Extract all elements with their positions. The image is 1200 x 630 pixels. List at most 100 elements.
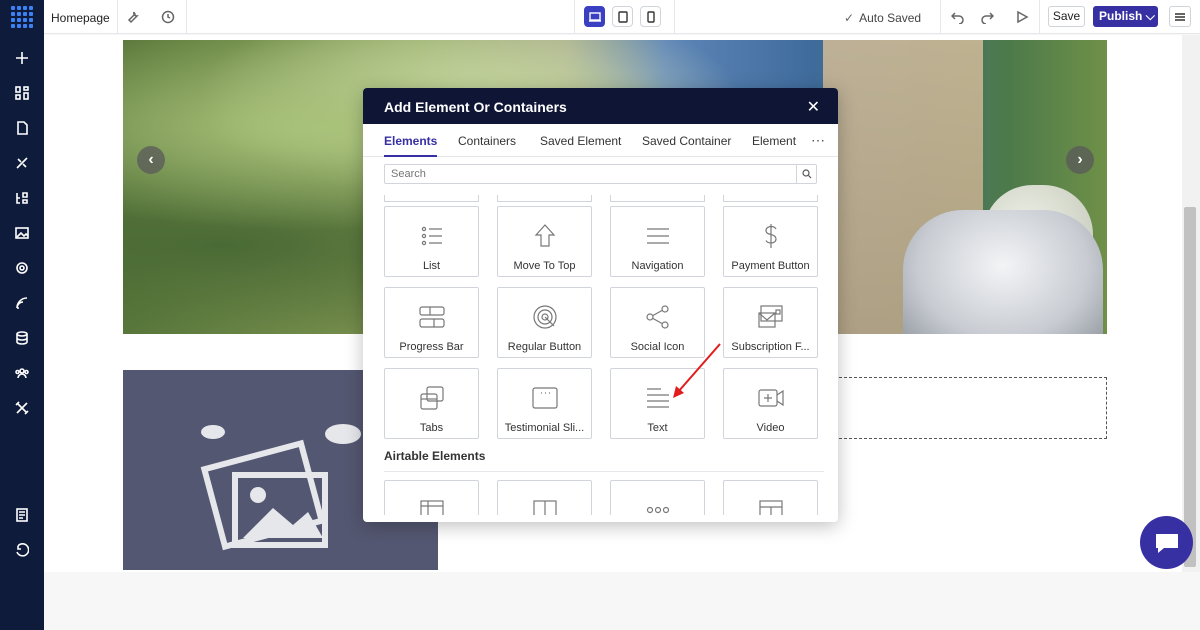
notes-icon[interactable]	[12, 505, 32, 525]
mobile-view-button[interactable]	[640, 6, 661, 27]
redo-icon[interactable]	[980, 10, 995, 25]
tab-saved-container[interactable]: Saved Container	[642, 134, 731, 148]
menu-lines-icon	[611, 222, 704, 250]
element-tile-move-to-top[interactable]: Move To Top	[497, 206, 592, 277]
tools-icon[interactable]	[12, 398, 32, 418]
undo-icon[interactable]	[950, 10, 965, 25]
element-tile-video[interactable]: Video	[723, 368, 818, 439]
history-icon[interactable]	[12, 540, 32, 560]
tab-containers[interactable]: Containers	[458, 134, 516, 148]
divider	[674, 0, 675, 34]
database-icon[interactable]	[12, 328, 32, 348]
airtable-tile[interactable]	[610, 480, 705, 515]
elements-grid-icon[interactable]	[12, 83, 32, 103]
annotation-arrow-icon	[673, 343, 721, 398]
auto-saved-status: ✓ Auto Saved	[844, 11, 921, 25]
close-icon[interactable]: ✕	[807, 97, 820, 117]
page-name[interactable]: Homepage	[51, 11, 110, 25]
publish-label: Publish	[1099, 9, 1143, 23]
vertical-scrollbar[interactable]	[1182, 35, 1200, 572]
element-tile-regular-button[interactable]: Regular Button	[497, 287, 592, 358]
tile-label: List	[422, 260, 441, 272]
divider	[574, 0, 575, 34]
element-tile-progress-bar[interactable]: Progress Bar	[384, 287, 479, 358]
tab-element-s[interactable]: Element S	[752, 134, 800, 148]
tile-label: Navigation	[631, 260, 684, 272]
app-logo-icon[interactable]	[11, 6, 33, 28]
save-button[interactable]: Save	[1048, 6, 1085, 27]
tile-label: Progress Bar	[399, 341, 464, 353]
design-tools-icon[interactable]	[12, 153, 32, 173]
element-tile-subscription-form[interactable]: Subscription F...	[723, 287, 818, 358]
divider	[940, 0, 941, 34]
airtable-section-title: Airtable Elements	[384, 449, 486, 463]
check-icon: ✓	[844, 11, 855, 25]
tile-label: Testimonial Sli...	[504, 422, 585, 434]
page-icon[interactable]	[12, 118, 32, 138]
tile-label: Move To Top	[513, 260, 576, 272]
airtable-tile[interactable]	[497, 480, 592, 515]
desktop-view-button[interactable]	[584, 6, 605, 27]
chat-support-button[interactable]	[1140, 516, 1193, 569]
airtable-dots-icon	[611, 496, 704, 515]
scrollbar-thumb[interactable]	[1184, 207, 1196, 567]
layers-icon[interactable]	[12, 188, 32, 208]
publish-button[interactable]: Publish ⌵	[1093, 6, 1158, 27]
wrench-icon[interactable]	[125, 10, 139, 24]
airtable-tile[interactable]	[723, 480, 818, 515]
element-tile[interactable]	[497, 195, 592, 202]
tile-label: Text	[647, 422, 668, 434]
left-sidebar	[0, 0, 44, 630]
tile-label: Video	[756, 422, 785, 434]
divider	[117, 0, 118, 34]
users-icon[interactable]	[12, 363, 32, 383]
click-target-icon	[498, 303, 591, 331]
media-icon[interactable]	[12, 223, 32, 243]
element-tile[interactable]	[610, 195, 705, 202]
tile-label: Tabs	[419, 422, 444, 434]
modal-title: Add Element Or Containers	[384, 99, 567, 115]
tile-label: Subscription F...	[731, 341, 810, 353]
airtable-layout-icon	[724, 496, 817, 515]
hero-watering-can-shape	[903, 210, 1103, 334]
preview-play-icon[interactable]	[1015, 10, 1029, 24]
share-icon	[611, 303, 704, 331]
search-input[interactable]	[385, 165, 795, 183]
hamburger-menu-button[interactable]	[1169, 6, 1191, 27]
add-icon[interactable]	[12, 48, 32, 68]
modal-tabs: Elements Containers Saved Element Saved …	[363, 124, 838, 157]
tablet-view-button[interactable]	[612, 6, 633, 27]
element-tile-payment-button[interactable]: Payment Button	[723, 206, 818, 277]
menu-icon	[1175, 12, 1185, 21]
more-tabs-icon[interactable]: ⋯	[811, 132, 825, 149]
slider-prev-arrow-icon[interactable]: ‹	[137, 146, 165, 174]
tabs-icon	[385, 384, 478, 412]
tab-saved-element[interactable]: Saved Element	[540, 134, 621, 148]
chat-icon	[1155, 533, 1178, 553]
video-icon	[724, 384, 817, 412]
add-element-modal: Add Element Or Containers ✕ Elements Con…	[363, 88, 838, 522]
integrations-icon[interactable]	[12, 293, 32, 313]
arrow-up-icon	[498, 222, 591, 250]
element-tile[interactable]	[384, 195, 479, 202]
element-tile[interactable]	[723, 195, 818, 202]
tab-elements[interactable]: Elements	[384, 134, 438, 157]
progress-bar-icon	[385, 303, 478, 331]
airtable-tile[interactable]	[384, 480, 479, 515]
subscription-mail-icon	[724, 303, 817, 331]
chevron-down-icon: ⌵	[1145, 9, 1155, 23]
element-tile-navigation[interactable]: Navigation	[610, 206, 705, 277]
empty-container-dropzone[interactable]	[824, 377, 1107, 439]
element-tile-testimonial-slider[interactable]: Testimonial Sli...	[497, 368, 592, 439]
clock-icon[interactable]	[161, 10, 175, 24]
settings-gear-icon[interactable]	[12, 258, 32, 278]
element-tile-list[interactable]: List	[384, 206, 479, 277]
divider	[186, 0, 187, 34]
list-icon	[385, 222, 478, 250]
element-tile-tabs[interactable]: Tabs	[384, 368, 479, 439]
tile-label: Regular Button	[507, 341, 582, 353]
slider-next-arrow-icon[interactable]: ›	[1066, 146, 1094, 174]
search-icon[interactable]	[796, 165, 816, 183]
top-toolbar: Homepage ✓ Auto Saved Save Publish ⌵	[44, 0, 1200, 34]
testimonial-slider-icon	[498, 384, 591, 412]
